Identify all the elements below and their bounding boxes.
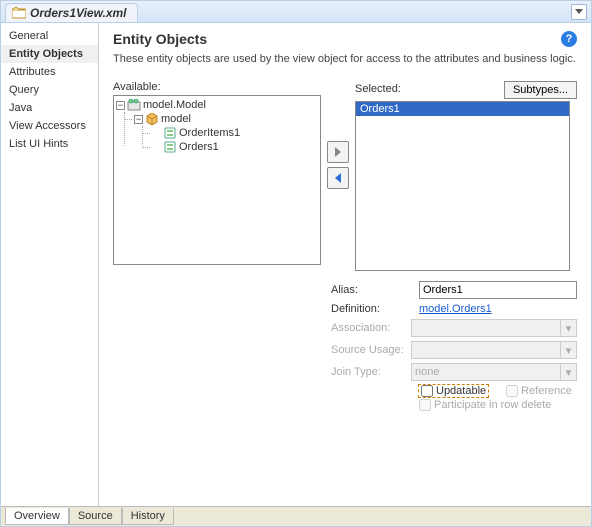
xml-file-icon	[12, 7, 26, 19]
selected-label: Selected:	[355, 83, 401, 95]
available-listbox[interactable]: − model.Model −	[113, 95, 321, 265]
subtypes-button[interactable]: Subtypes...	[504, 81, 577, 99]
alias-input[interactable]	[419, 281, 577, 299]
source-usage-combo	[411, 341, 561, 359]
help-icon[interactable]: ?	[561, 31, 577, 47]
association-label: Association:	[331, 322, 405, 334]
sidebar-item-view-accessors[interactable]: View Accessors	[1, 117, 98, 135]
join-type-combo	[411, 363, 561, 381]
definition-label: Definition:	[331, 303, 413, 315]
bottom-tabs: Overview Source History	[1, 506, 591, 526]
model-root-icon	[127, 99, 141, 111]
tab-source[interactable]: Source	[69, 508, 122, 525]
sidebar: General Entity Objects Attributes Query …	[1, 23, 99, 506]
sidebar-item-query[interactable]: Query	[1, 81, 98, 99]
tab-overview[interactable]: Overview	[5, 508, 69, 525]
tree-pkg-label: model	[161, 113, 191, 125]
sidebar-item-entity-objects[interactable]: Entity Objects	[1, 45, 98, 63]
main-panel: Entity Objects ? These entity objects ar…	[99, 23, 591, 506]
entity-icon	[163, 141, 177, 153]
reference-checkbox: Reference	[506, 385, 572, 397]
tree-expander[interactable]: −	[134, 115, 143, 124]
sidebar-item-attributes[interactable]: Attributes	[1, 63, 98, 81]
chevron-down-icon: ▾	[561, 319, 577, 337]
chevron-down-icon: ▾	[561, 341, 577, 359]
sidebar-item-list-ui-hints[interactable]: List UI Hints	[1, 135, 98, 153]
add-button[interactable]	[327, 141, 349, 163]
content-area: General Entity Objects Attributes Query …	[1, 23, 591, 506]
join-type-label: Join Type:	[331, 366, 405, 378]
selected-listbox[interactable]: Orders1	[355, 101, 570, 271]
package-icon	[145, 113, 159, 125]
selected-item[interactable]: Orders1	[356, 102, 569, 116]
details-form: Alias: Definition: model.Orders1 Associa…	[331, 281, 577, 411]
tab-history[interactable]: History	[122, 508, 174, 525]
chevron-down-icon: ▾	[561, 363, 577, 381]
remove-button[interactable]	[327, 167, 349, 189]
participate-checkbox: Participate in row delete	[419, 399, 551, 411]
file-tab[interactable]: Orders1View.xml	[5, 3, 138, 22]
section-description: These entity objects are used by the vie…	[113, 53, 577, 65]
updatable-checkbox[interactable]: Updatable	[419, 385, 488, 397]
tab-menu-button[interactable]	[571, 4, 587, 20]
sidebar-item-java[interactable]: Java	[1, 99, 98, 117]
alias-label: Alias:	[331, 284, 413, 296]
available-label: Available:	[113, 81, 321, 93]
tree-item-label[interactable]: OrderItems1	[179, 127, 240, 139]
association-combo	[411, 319, 561, 337]
titlebar: Orders1View.xml	[1, 1, 591, 23]
section-heading: Entity Objects ?	[113, 31, 577, 47]
entity-icon	[163, 127, 177, 139]
tree-item-label[interactable]: Orders1	[179, 141, 219, 153]
tree-expander[interactable]: −	[116, 101, 125, 110]
editor-window: Orders1View.xml General Entity Objects A…	[0, 0, 592, 527]
sidebar-item-general[interactable]: General	[1, 27, 98, 45]
source-usage-label: Source Usage:	[331, 344, 405, 356]
tree-root-label: model.Model	[143, 99, 206, 111]
definition-link[interactable]: model.Orders1	[419, 303, 492, 315]
file-tab-label: Orders1View.xml	[30, 6, 127, 20]
